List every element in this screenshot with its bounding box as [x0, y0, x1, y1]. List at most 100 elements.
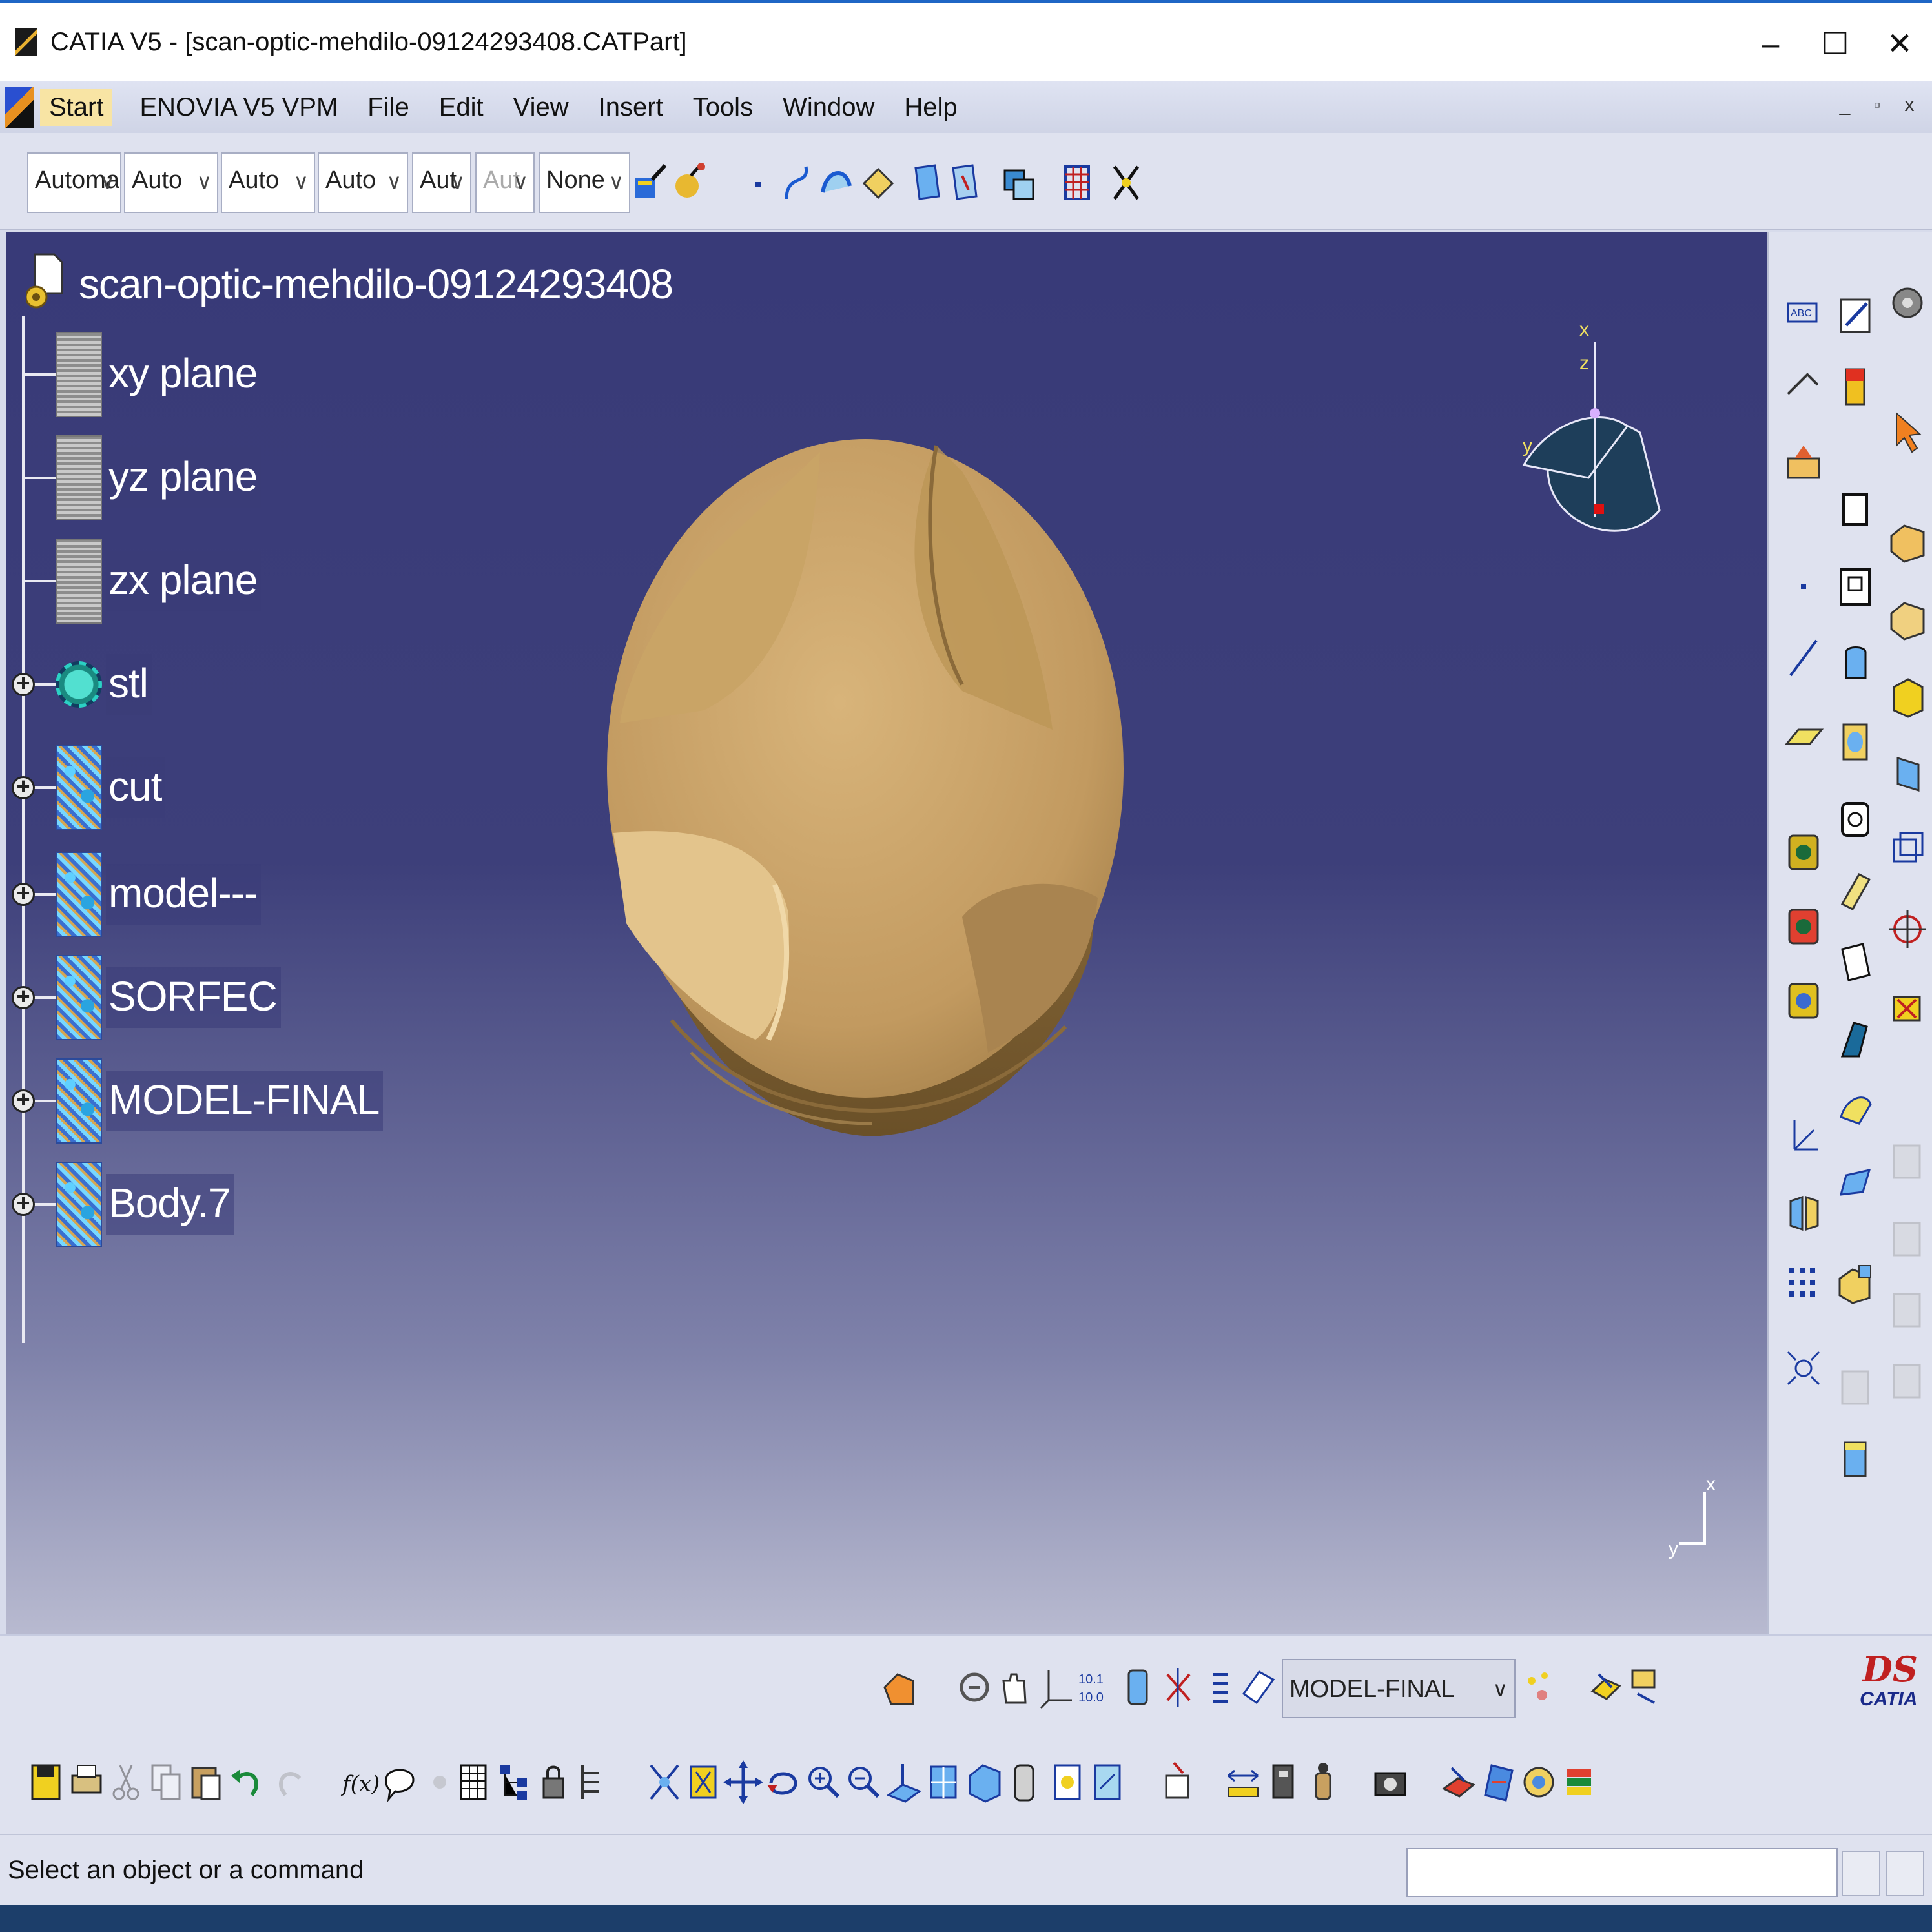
copy-icon[interactable] [146, 1756, 186, 1808]
expand-icon[interactable]: + [12, 985, 35, 1009]
camera-icon[interactable] [1370, 1756, 1410, 1808]
analysis-icon[interactable] [1833, 1434, 1878, 1484]
scale-icon[interactable] [1833, 1259, 1878, 1310]
fly-mode-icon[interactable] [644, 1756, 684, 1808]
start-menu-icon[interactable] [5, 87, 34, 128]
current-layer-combo[interactable]: MODEL-FINAL ∨ [1282, 1659, 1516, 1718]
redo-icon[interactable] [271, 1756, 311, 1808]
tree-item-yz-plane[interactable]: yz plane [22, 433, 262, 523]
menu-tools[interactable]: Tools [693, 93, 753, 122]
cut-icon[interactable] [106, 1756, 146, 1808]
swap-visible-space-icon[interactable] [1087, 1756, 1127, 1808]
pattern-icon[interactable] [1782, 1259, 1827, 1310]
point-icon[interactable] [743, 160, 779, 205]
measure-inertia-icon[interactable] [1303, 1756, 1343, 1808]
apply-material-icon[interactable] [1439, 1756, 1479, 1808]
list-icon[interactable] [1200, 1661, 1240, 1713]
paste-icon[interactable] [186, 1756, 226, 1808]
painter-icon[interactable] [633, 160, 669, 205]
point-icon[interactable] [1782, 562, 1827, 612]
knowledge-advisor-icon[interactable] [380, 1756, 420, 1808]
compass-widget[interactable]: x z y [1511, 316, 1679, 588]
layer-filter-combo[interactable]: None ∨ [539, 152, 630, 213]
zoom-out-icon[interactable] [843, 1756, 883, 1808]
axis-target-icon[interactable] [1885, 904, 1930, 954]
normal-view-icon[interactable] [883, 1756, 923, 1808]
wireframe-box-icon[interactable] [1885, 827, 1930, 877]
tree-item-model[interactable]: + model--- [12, 849, 262, 940]
stiffener-icon[interactable] [1833, 865, 1878, 916]
axis-system-icon[interactable] [1036, 1661, 1076, 1713]
select-arrow-icon[interactable] [1885, 407, 1930, 457]
material-sphere-icon[interactable] [672, 160, 708, 205]
expand-icon[interactable]: + [12, 1088, 35, 1113]
cylinder-icon[interactable] [1117, 1661, 1157, 1713]
menu-start[interactable]: Start [40, 88, 113, 126]
menu-enovia[interactable]: ENOVIA V5 VPM [139, 93, 338, 122]
parameter-icon[interactable] [1782, 439, 1827, 489]
cursor-view-icon[interactable] [947, 160, 983, 205]
maximize-button[interactable]: ☐ [1803, 12, 1867, 76]
hole-icon[interactable] [1833, 717, 1878, 767]
menu-insert[interactable]: Insert [599, 93, 663, 122]
pan-icon[interactable] [723, 1756, 763, 1808]
menu-help[interactable]: Help [904, 93, 957, 122]
shading-icon[interactable] [1003, 1756, 1043, 1808]
3d-viewport[interactable]: scan-optic-mehdilo-09124293408 xy plane … [6, 232, 1767, 1634]
tree-item-model-final[interactable]: + MODEL-FINAL [12, 1056, 384, 1146]
undo-icon[interactable] [226, 1756, 266, 1808]
publish-icon[interactable] [1586, 1661, 1626, 1713]
hide-show-icon[interactable] [1047, 1756, 1087, 1808]
tree-item-xy-plane[interactable]: xy plane [22, 329, 262, 420]
surface-icon[interactable] [817, 160, 854, 205]
sketch-plane-icon[interactable] [859, 160, 895, 205]
mirror-icon[interactable] [1782, 1188, 1827, 1238]
tree-item-stl[interactable]: + stl [12, 639, 152, 730]
thickness-icon[interactable] [1833, 1014, 1878, 1064]
rib-icon[interactable] [1833, 794, 1878, 845]
close-button[interactable]: ✕ [1867, 12, 1932, 76]
layer-icon[interactable] [1237, 1661, 1277, 1713]
menu-window[interactable]: Window [783, 93, 874, 122]
menu-file[interactable]: File [367, 93, 409, 122]
save-icon[interactable] [26, 1756, 66, 1808]
measure-between-icon[interactable] [1223, 1756, 1263, 1808]
measure-item-icon[interactable] [1263, 1756, 1303, 1808]
print-icon[interactable] [66, 1756, 106, 1808]
command-options-button[interactable] [1886, 1851, 1924, 1896]
pad-icon[interactable] [1833, 484, 1878, 535]
tree-item-zx-plane[interactable]: zx plane [22, 536, 262, 626]
command-input[interactable] [1406, 1848, 1838, 1897]
snap-icon[interactable] [1108, 160, 1144, 205]
iso-view-icon[interactable] [963, 1756, 1003, 1808]
sketcher-icon[interactable] [1833, 291, 1878, 341]
tree-item-body-7[interactable]: + Body.7 [12, 1159, 234, 1249]
menu-edit[interactable]: Edit [439, 93, 484, 122]
chamfer-box-icon[interactable] [1885, 594, 1930, 644]
scanned-part-model[interactable] [601, 420, 1130, 1149]
extrude-icon[interactable] [1782, 827, 1827, 877]
annotation-text-icon[interactable]: ABC [1782, 291, 1827, 341]
color-combo[interactable]: Automa ∨ [27, 152, 121, 213]
product-icon[interactable] [1625, 1661, 1665, 1713]
tree-structure-icon[interactable] [493, 1756, 533, 1808]
tree-item-sorfec[interactable]: + SORFEC [12, 952, 281, 1043]
line-thickness-combo[interactable]: Auto ∨ [221, 152, 315, 213]
remove-box-icon[interactable] [1885, 981, 1930, 1032]
command-history-button[interactable] [1842, 1851, 1880, 1896]
loft-icon[interactable] [1833, 936, 1878, 987]
color-gradient-icon[interactable] [1833, 362, 1878, 412]
line-icon[interactable] [1782, 633, 1827, 683]
rendering-style-combo[interactable]: Aut ∨ [475, 152, 535, 213]
document-minimize-button[interactable]: _ [1829, 89, 1861, 121]
photo-studio-icon[interactable] [1479, 1756, 1519, 1808]
minimize-button[interactable]: – [1738, 12, 1803, 76]
formula-icon[interactable]: f(x) [340, 1756, 380, 1808]
revolve-icon[interactable] [1782, 901, 1827, 951]
multi-view-icon[interactable] [923, 1756, 963, 1808]
transparency-combo[interactable]: Auto ∨ [124, 152, 218, 213]
menu-view[interactable]: View [513, 93, 569, 122]
spline-icon[interactable] [780, 160, 816, 205]
tree-item-cut[interactable]: + cut [12, 743, 166, 833]
lock-icon[interactable] [533, 1756, 573, 1808]
